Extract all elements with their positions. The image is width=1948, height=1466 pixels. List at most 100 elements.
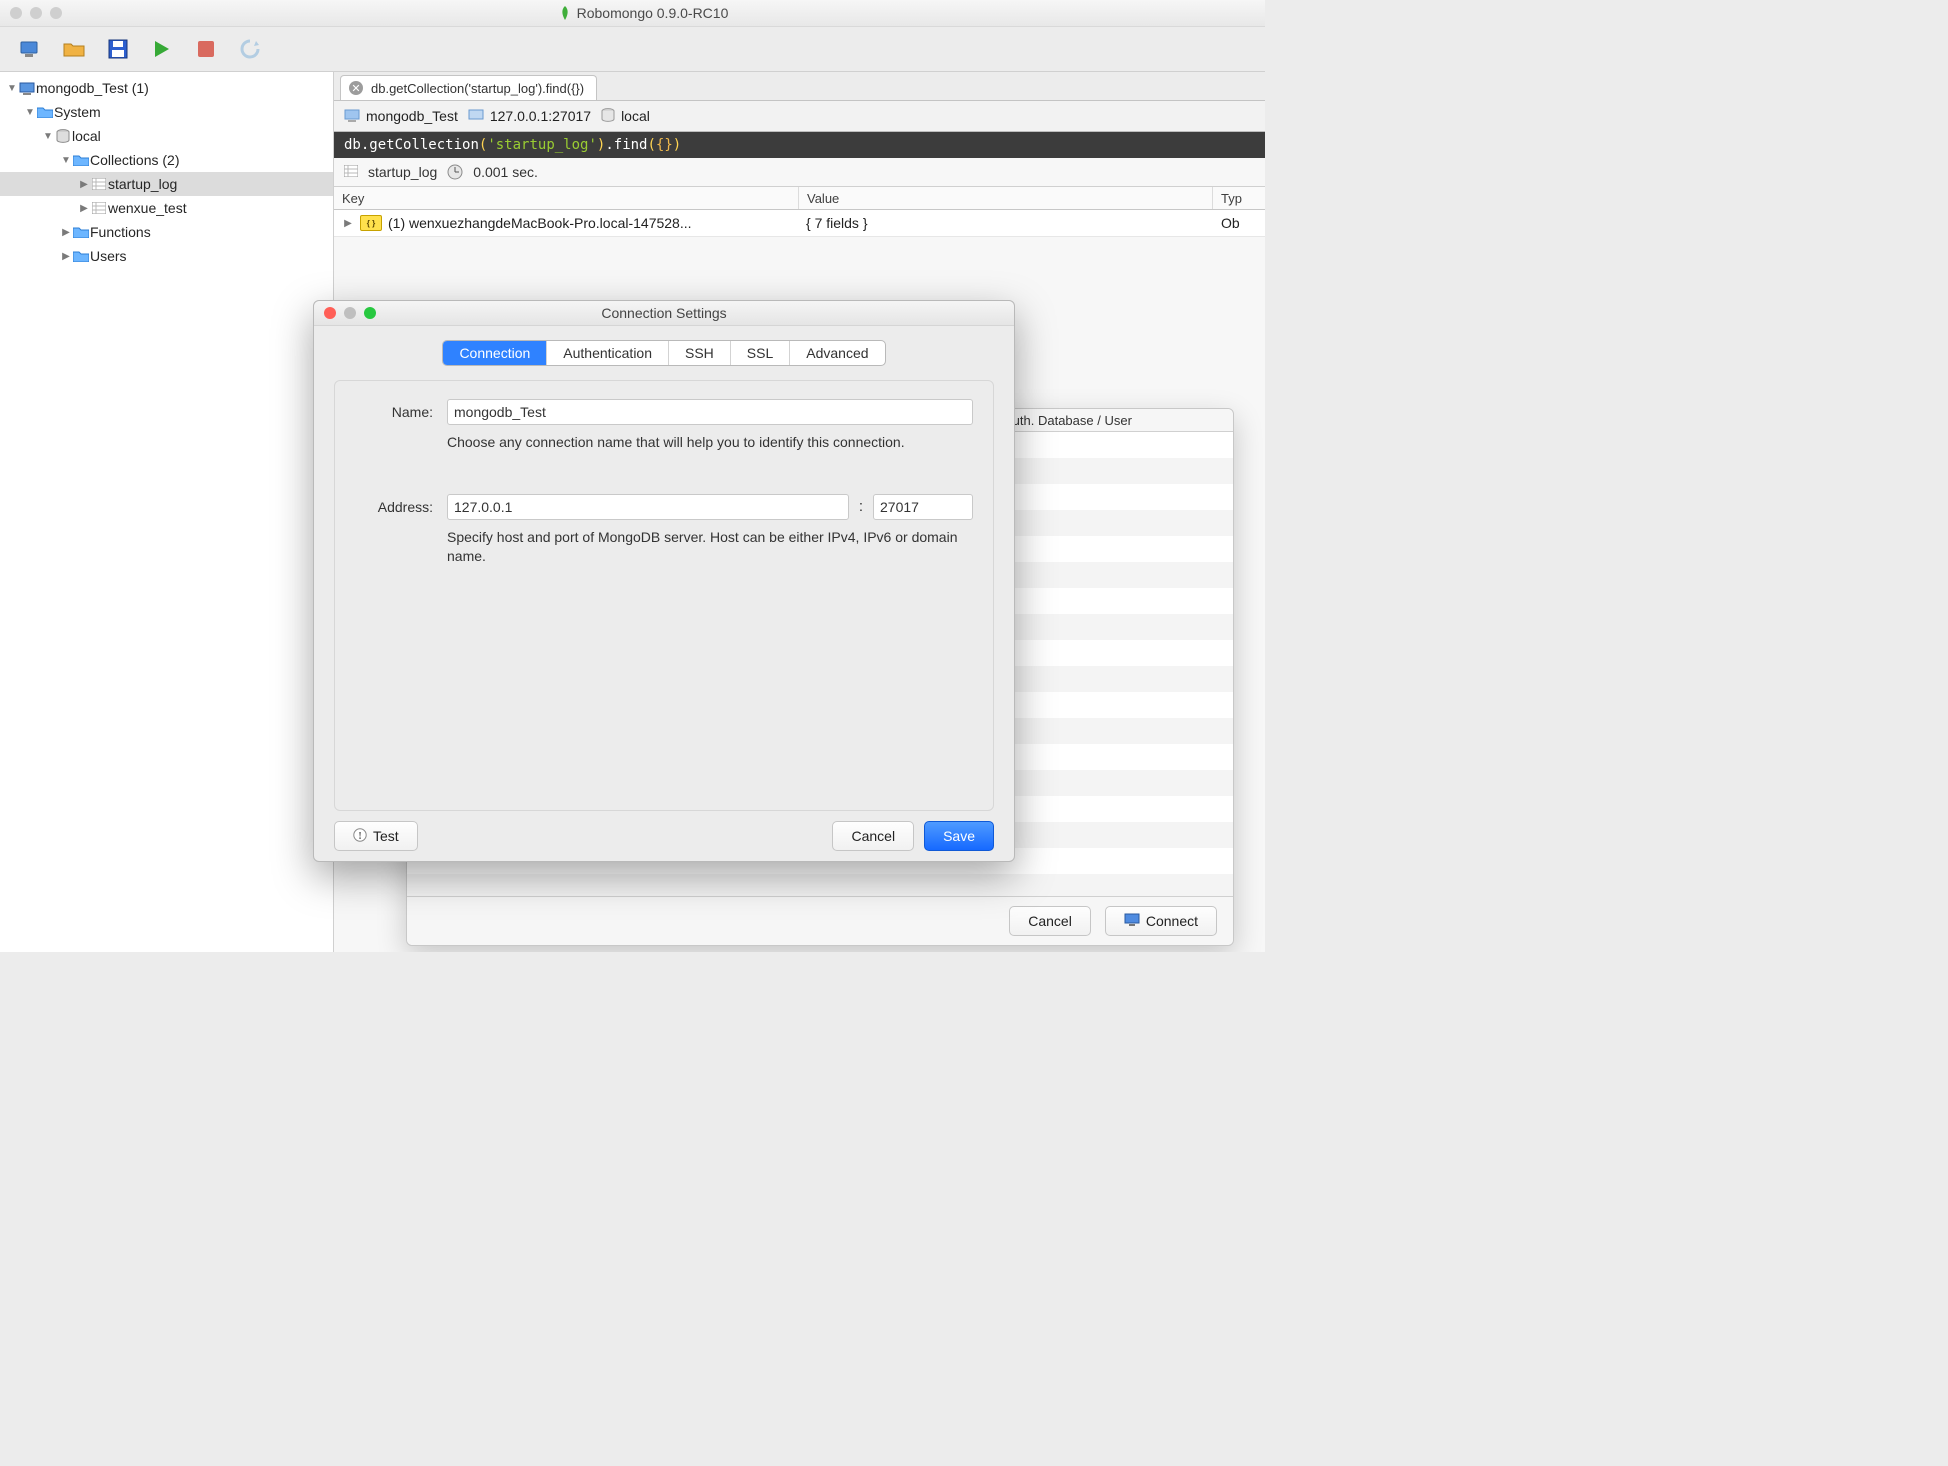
execute-icon[interactable] [150, 37, 174, 61]
tab-advanced[interactable]: Advanced [790, 341, 884, 365]
collection-icon [90, 176, 108, 192]
zoom-window-icon[interactable] [50, 7, 62, 19]
crumb-connection[interactable]: mongodb_Test [344, 108, 458, 125]
results-table-header: Key Value Typ [334, 187, 1265, 210]
q-arg: 'startup_log' [487, 137, 597, 153]
robomongo-leaf-icon [559, 6, 571, 20]
crumb-host-label: 127.0.0.1:27017 [490, 108, 591, 124]
database-icon [601, 108, 615, 125]
info-icon: ! [353, 828, 367, 845]
breadcrumb-bar: mongodb_Test 127.0.0.1:27017 local [334, 101, 1265, 132]
connections-footer: Cancel Connect [407, 896, 1233, 945]
connect-icon[interactable] [18, 37, 42, 61]
tree-connection[interactable]: ▼ mongodb_Test (1) [0, 76, 333, 100]
disclosure-right-icon[interactable]: ▶ [78, 179, 90, 190]
save-button[interactable]: Save [924, 821, 994, 851]
connection-settings-dialog: Connection Settings Connection Authentic… [313, 300, 1015, 862]
dialog-tabs: Connection Authentication SSH SSL Advanc… [442, 340, 885, 366]
collection-icon [90, 200, 108, 216]
connection-name-input[interactable] [447, 399, 973, 425]
dialog-title: Connection Settings [314, 305, 1014, 321]
close-window-icon[interactable] [10, 7, 22, 19]
tree-local-db[interactable]: ▼ local [0, 124, 333, 148]
disclosure-down-icon[interactable]: ▼ [6, 83, 18, 94]
save-button-label: Save [943, 828, 975, 844]
test-button[interactable]: ! Test [334, 821, 418, 851]
q-dot: . [361, 137, 369, 153]
col-type[interactable]: Typ [1213, 187, 1265, 209]
connections-connect-button[interactable]: Connect [1105, 906, 1217, 936]
tab-ssl[interactable]: SSL [731, 341, 790, 365]
crumb-host[interactable]: 127.0.0.1:27017 [468, 108, 591, 125]
address-label: Address: [355, 494, 447, 515]
q-paren: ) [597, 137, 605, 153]
folder-icon [72, 248, 90, 264]
tab-close-icon[interactable]: ✕ [349, 81, 363, 95]
folder-icon [72, 152, 90, 168]
row-type-label: Ob [1213, 215, 1265, 231]
tab-authentication[interactable]: Authentication [547, 341, 669, 365]
app-window: Robomongo 0.9.0-RC10 ▼ mongodb_Test (1) … [0, 0, 1265, 952]
dialog-tabs-row: Connection Authentication SSH SSL Advanc… [314, 340, 1014, 366]
monitor-icon [1124, 913, 1140, 930]
host-icon [468, 108, 484, 125]
q-braces: {} [656, 137, 673, 153]
document-tabbar: ✕ db.getCollection('startup_log').find({… [334, 72, 1265, 101]
minimize-window-icon[interactable] [30, 7, 42, 19]
tree-connection-label: mongodb_Test (1) [36, 80, 149, 96]
collection-icon [344, 164, 358, 180]
tree-local-label: local [72, 128, 101, 144]
cancel-button[interactable]: Cancel [832, 821, 914, 851]
open-icon[interactable] [62, 37, 86, 61]
name-row: Name: Choose any connection name that wi… [355, 399, 973, 452]
save-icon[interactable] [106, 37, 130, 61]
connections-connect-label: Connect [1146, 913, 1198, 929]
window-title-text: Robomongo 0.9.0-RC10 [577, 5, 729, 21]
database-icon [54, 128, 72, 144]
disclosure-right-icon[interactable]: ▶ [60, 227, 72, 238]
result-row[interactable]: ▶ { } (1) wenxuezhangdeMacBook-Pro.local… [334, 210, 1265, 237]
window-title: Robomongo 0.9.0-RC10 [72, 5, 1215, 21]
svg-text:!: ! [358, 831, 361, 842]
test-button-label: Test [373, 828, 399, 844]
query-bar[interactable]: db.getCollection('startup_log').find({}) [334, 132, 1265, 158]
document-tab[interactable]: ✕ db.getCollection('startup_log').find({… [340, 75, 597, 100]
tree-users[interactable]: ▶ Users [0, 244, 333, 268]
disclosure-right-icon[interactable]: ▶ [342, 218, 354, 229]
cancel-button-label: Cancel [851, 828, 895, 844]
document-tab-label: db.getCollection('startup_log').find({}) [371, 81, 584, 96]
folder-icon [72, 224, 90, 240]
disclosure-down-icon[interactable]: ▼ [60, 155, 72, 166]
tab-ssh[interactable]: SSH [669, 341, 731, 365]
tree-users-label: Users [90, 248, 127, 264]
disclosure-down-icon[interactable]: ▼ [42, 131, 54, 142]
tree-system[interactable]: ▼ System [0, 100, 333, 124]
tree-functions[interactable]: ▶ Functions [0, 220, 333, 244]
tree-wenxue-test[interactable]: ▶ wenxue_test [0, 196, 333, 220]
connection-panel: Name: Choose any connection name that wi… [334, 380, 994, 811]
port-input[interactable] [873, 494, 973, 520]
tab-connection[interactable]: Connection [443, 341, 547, 365]
q-paren: ( [479, 137, 487, 153]
stop-icon[interactable] [194, 37, 218, 61]
tree-startup-log[interactable]: ▶ startup_log [0, 172, 333, 196]
disclosure-right-icon[interactable]: ▶ [78, 203, 90, 214]
row-value-label: { 7 fields } [798, 215, 1213, 231]
rotate-icon[interactable] [238, 37, 262, 61]
col-key[interactable]: Key [334, 187, 799, 209]
connections-cancel-button[interactable]: Cancel [1009, 906, 1091, 936]
tree-wenxue-test-label: wenxue_test [108, 200, 187, 216]
host-input[interactable] [447, 494, 849, 520]
server-icon [18, 80, 36, 96]
tree-system-label: System [54, 104, 101, 120]
tree-collections[interactable]: ▼ Collections (2) [0, 148, 333, 172]
crumb-db[interactable]: local [601, 108, 650, 125]
result-collection-label: startup_log [368, 164, 437, 180]
col-auth[interactable]: Auth. Database / User [996, 409, 1233, 431]
q-find: find [614, 137, 648, 153]
disclosure-right-icon[interactable]: ▶ [60, 251, 72, 262]
name-label: Name: [355, 399, 447, 420]
row-key-label: (1) wenxuezhangdeMacBook-Pro.local-14752… [388, 215, 692, 231]
col-value[interactable]: Value [799, 187, 1213, 209]
disclosure-down-icon[interactable]: ▼ [24, 107, 36, 118]
